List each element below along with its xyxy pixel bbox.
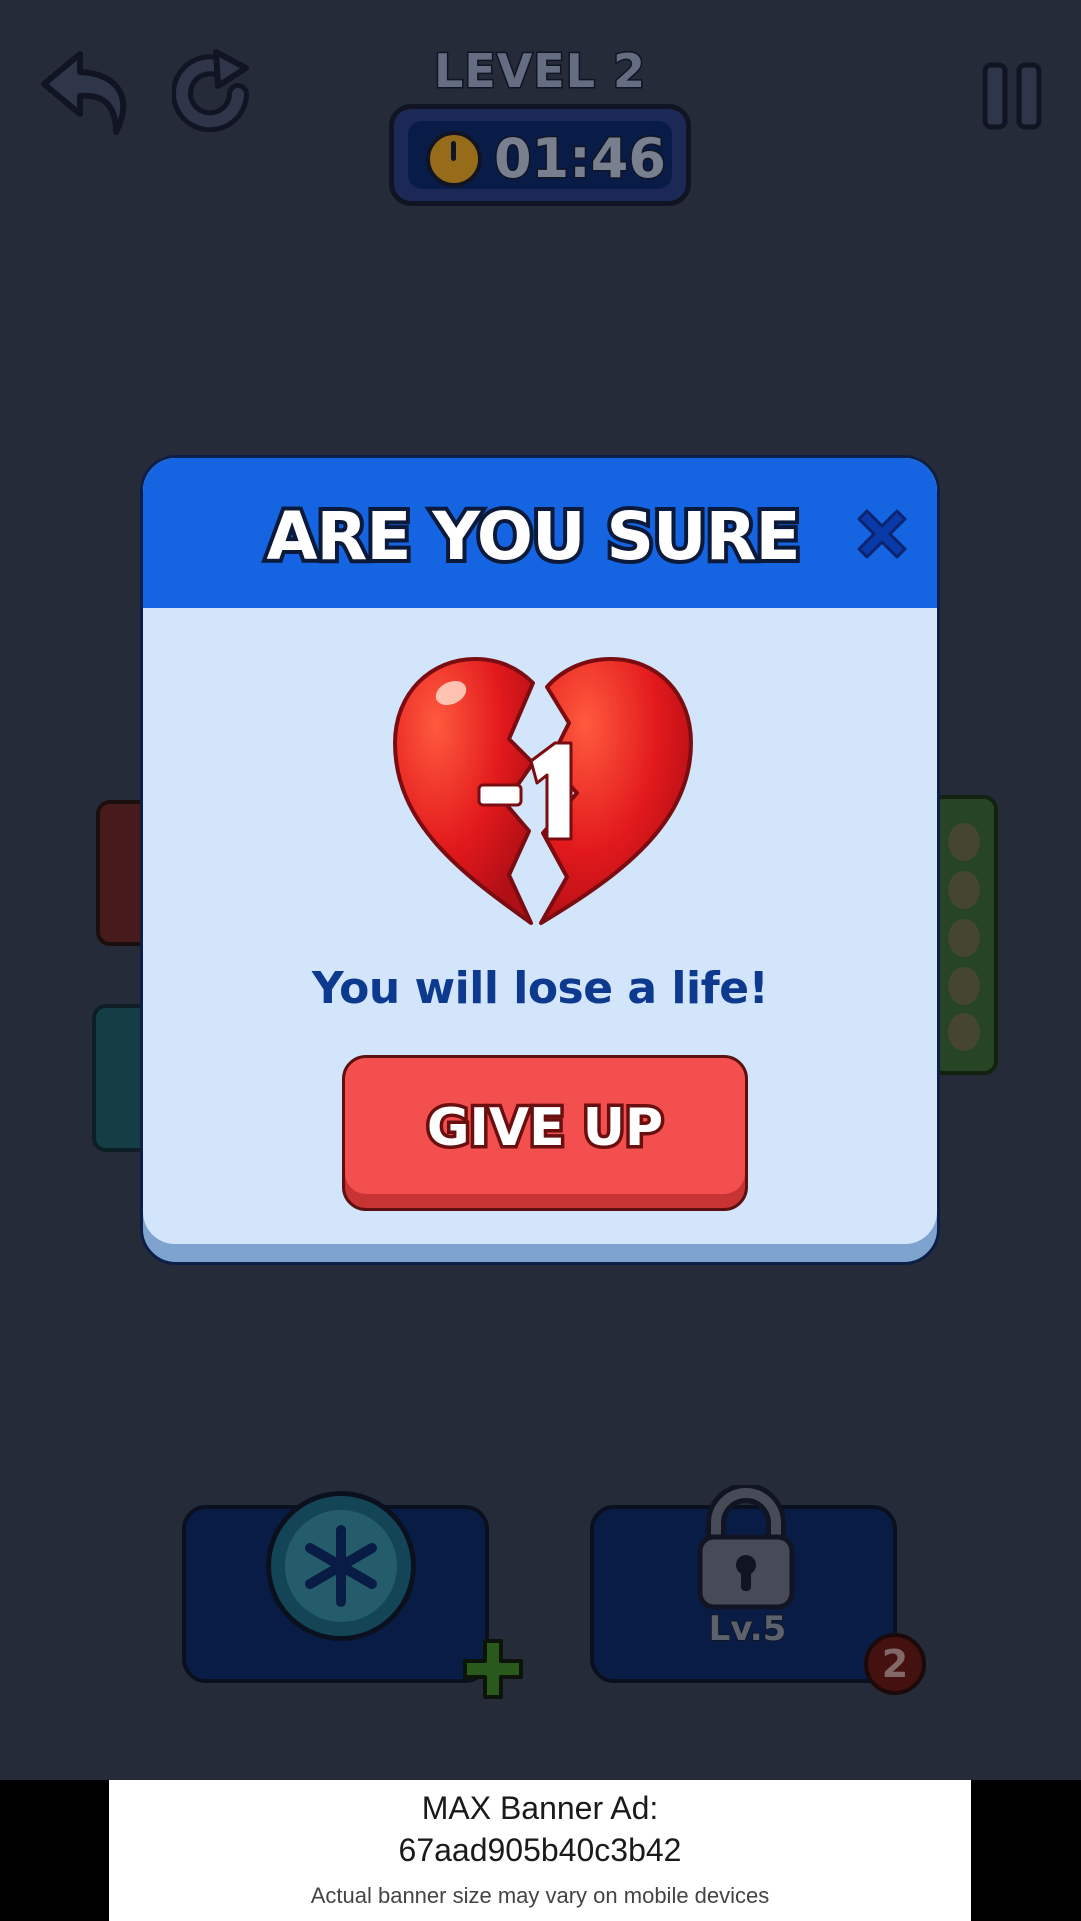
dialog-title: ARE YOU SURE bbox=[262, 494, 804, 579]
ad-id: 67aad905b40c3b42 bbox=[398, 1832, 682, 1868]
give-up-label: GIVE UP bbox=[423, 1095, 666, 1162]
ad-banner[interactable]: MAX Banner Ad: 67aad905b40c3b42 Actual b… bbox=[109, 1780, 971, 1921]
give-up-button[interactable]: GIVE UP bbox=[342, 1055, 748, 1211]
confirm-dialog: ARE YOU SURE You will lose a life! GIVE … bbox=[140, 455, 940, 1265]
dialog-header: ARE YOU SURE bbox=[143, 458, 937, 608]
broken-heart-icon bbox=[393, 657, 693, 925]
ad-title: MAX Banner Ad: bbox=[421, 1790, 659, 1826]
close-icon[interactable] bbox=[851, 503, 913, 565]
ad-disclaimer: Actual banner size may vary on mobile de… bbox=[310, 1883, 770, 1908]
lose-life-message: You will lose a life! bbox=[311, 963, 769, 1014]
game-screen: LEVEL 2 01:46 Lv.5 2 ARE YOU SURE You wi… bbox=[0, 0, 1081, 1780]
